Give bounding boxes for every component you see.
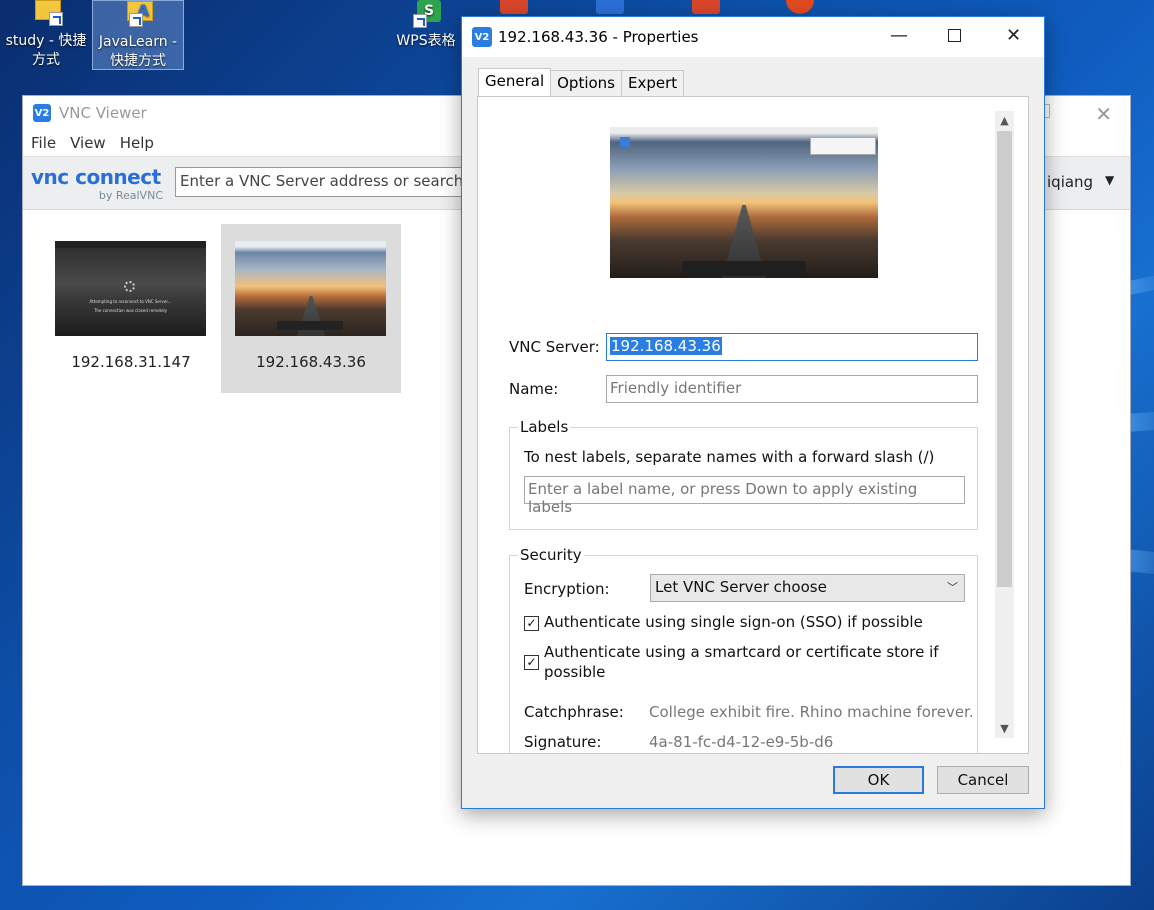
brand-sub-text: by RealVNC xyxy=(98,189,163,202)
desktop-icon-label: WPS表格 xyxy=(396,33,456,49)
close-icon[interactable]: ✕ xyxy=(1095,102,1112,126)
smartcard-checkbox[interactable]: ✓ xyxy=(524,655,539,670)
desktop-icon-wps-spreadsheet[interactable]: S WPS表格 xyxy=(380,0,472,50)
loading-spinner-icon xyxy=(124,281,135,292)
chevron-down-icon: ﹀ xyxy=(947,581,958,594)
wps-spreadsheet-icon: S xyxy=(409,0,443,30)
sso-label: Authenticate using single sign-on (SSO) … xyxy=(544,613,923,631)
encryption-select[interactable]: Let VNC Server choose ﹀ xyxy=(650,574,965,602)
smartcard-label-line1: Authenticate using a smartcard or certif… xyxy=(544,643,939,661)
search-input[interactable]: Enter a VNC Server address or search xyxy=(175,167,475,197)
desktop-preview-image xyxy=(610,127,878,278)
thumbnail-status-text: Attempting to reconnect to VNC Server... xyxy=(89,299,172,304)
vnc-connect-logo: vnc connect by RealVNC xyxy=(31,165,171,202)
menu-view[interactable]: View xyxy=(70,134,106,152)
window-title: VNC Viewer xyxy=(59,104,147,122)
close-icon[interactable]: ✕ xyxy=(1006,25,1021,46)
general-panel: VNC Server: 192.168.43.36 Name: Friendly… xyxy=(477,96,1029,754)
scroll-up-icon[interactable]: ▲ xyxy=(995,111,1014,130)
properties-dialog: V2 192.168.43.36 - Properties — ✕ Genera… xyxy=(461,16,1045,809)
desktop-icon-javalearn[interactable]: A JavaLearn - 快捷方式 xyxy=(92,0,184,70)
maximize-icon[interactable] xyxy=(948,29,961,42)
tab-strip: General Options Expert xyxy=(478,68,685,96)
connection-label: 192.168.31.147 xyxy=(71,353,191,371)
security-group-title: Security xyxy=(518,546,584,564)
account-name[interactable]: iqiang xyxy=(1047,173,1093,191)
catchphrase-label: Catchphrase: xyxy=(524,703,624,721)
wps-presentation-icon[interactable] xyxy=(500,0,528,14)
tab-options[interactable]: Options xyxy=(550,70,623,96)
desktop-icon-label: JavaLearn - 快捷方式 xyxy=(98,34,178,69)
vnc-app-icon: V2 xyxy=(472,27,492,47)
dialog-title: 192.168.43.36 - Properties xyxy=(498,28,699,46)
name-label: Name: xyxy=(509,380,559,398)
brand-logo-text: vnc connect xyxy=(31,165,161,189)
vertical-scrollbar[interactable]: ▲ ▼ xyxy=(995,111,1014,738)
folder-shortcut-icon: A xyxy=(121,1,155,31)
labels-input[interactable]: Enter a label name, or press Down to app… xyxy=(524,476,965,516)
tab-general[interactable]: General xyxy=(478,68,552,96)
sso-checkbox[interactable]: ✓ xyxy=(524,616,539,631)
connection-label: 192.168.43.36 xyxy=(256,353,366,371)
connection-card-2[interactable]: 192.168.43.36 xyxy=(221,224,401,393)
security-group: Security Encryption: Let VNC Server choo… xyxy=(509,546,978,753)
minimize-icon[interactable]: — xyxy=(890,25,908,46)
signature-label: Signature: xyxy=(524,733,602,751)
ok-button[interactable]: OK xyxy=(833,766,924,794)
labels-group: Labels To nest labels, separate names wi… xyxy=(509,418,978,530)
connection-thumbnail xyxy=(235,241,386,336)
menu-file[interactable]: File xyxy=(31,134,56,152)
vnc-server-label: VNC Server: xyxy=(509,338,600,356)
chevron-down-icon[interactable]: ▼ xyxy=(1105,173,1114,187)
smartcard-label-line2: possible xyxy=(544,663,606,681)
app-icon[interactable] xyxy=(786,0,814,14)
tab-expert[interactable]: Expert xyxy=(621,70,685,96)
name-field[interactable]: Friendly identifier xyxy=(606,375,978,403)
encryption-value: Let VNC Server choose xyxy=(655,578,827,596)
vnc-app-icon: V2 xyxy=(33,104,51,122)
signature-value: 4a-81-fc-d4-12-e9-5b-d6 xyxy=(649,733,834,751)
scrollbar-thumb[interactable] xyxy=(997,131,1012,587)
scroll-down-icon[interactable]: ▼ xyxy=(995,719,1014,738)
desktop-icon-study[interactable]: study - 快捷方式 xyxy=(0,0,92,70)
vnc-server-field[interactable]: 192.168.43.36 xyxy=(606,333,978,361)
folder-shortcut-icon xyxy=(29,0,63,30)
connection-card-1[interactable]: Attempting to reconnect to VNC Server...… xyxy=(41,224,221,393)
catchphrase-value: College exhibit fire. Rhino machine fore… xyxy=(649,703,974,721)
wps-writer-icon[interactable] xyxy=(596,0,624,14)
cancel-button[interactable]: Cancel xyxy=(937,766,1029,794)
labels-hint: To nest labels, separate names with a fo… xyxy=(524,448,935,466)
encryption-label: Encryption: xyxy=(524,580,610,598)
thumbnail-status-text: The connection was closed remotely xyxy=(93,308,168,313)
menu-help[interactable]: Help xyxy=(120,134,154,152)
vnc-server-value: 192.168.43.36 xyxy=(610,337,722,355)
wps-presentation-icon-2[interactable] xyxy=(692,0,720,14)
desktop-icon-label: study - 快捷方式 xyxy=(5,33,87,68)
labels-group-title: Labels xyxy=(518,418,571,436)
connection-thumbnail: Attempting to reconnect to VNC Server...… xyxy=(55,241,206,336)
